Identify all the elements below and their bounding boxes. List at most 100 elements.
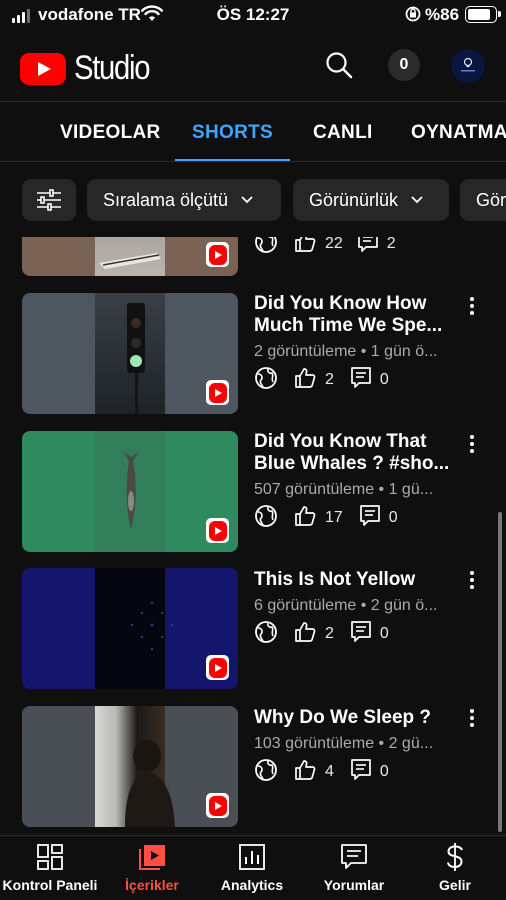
brand-name: Studio: [74, 49, 150, 87]
nav-item-analytics[interactable]: Analytics: [212, 842, 292, 893]
tab-canli[interactable]: CANLI: [313, 122, 373, 144]
globe-icon: [254, 237, 278, 259]
tab-videolar[interactable]: VIDEOLAR: [60, 122, 161, 144]
like-icon[interactable]: [293, 504, 317, 533]
comment-icon[interactable]: [359, 504, 381, 533]
video-meta: 6 görüntüleme • 2 gün ö...: [254, 597, 438, 614]
more-vert-icon: [470, 435, 474, 453]
comment-count: 0: [379, 625, 389, 642]
rotation-lock-icon: [404, 5, 422, 28]
comment-count: 0: [379, 371, 389, 388]
tab-oynatma[interactable]: OYNATMA: [411, 122, 506, 144]
comment-count: 0: [379, 763, 389, 780]
shorts-list: 22 2 Did You Know How Much Time We Spe...…: [0, 237, 506, 835]
youtube-studio-logo[interactable]: Studio: [20, 49, 161, 88]
content-tabs: VIDEOLAR SHORTS CANLI OYNATMA: [0, 103, 506, 162]
video-meta: 103 görüntüleme • 2 gü...: [254, 735, 434, 752]
nav-label: Gelir: [439, 877, 471, 893]
views-dropdown-label: Gör: [476, 189, 506, 210]
video-title[interactable]: Did You Know That Blue Whales ? #sho...: [254, 431, 462, 475]
more-options-button[interactable]: [462, 707, 482, 729]
comments-icon: [341, 844, 367, 869]
video-stats: 17 0: [254, 504, 398, 533]
dollar-icon: [447, 843, 463, 871]
video-stats: 2 0: [254, 620, 389, 649]
visibility-dropdown-label: Görünürlük: [309, 189, 399, 210]
battery-percent: %86: [425, 5, 460, 24]
more-vert-icon: [470, 297, 474, 315]
comment-count: 0: [388, 509, 398, 526]
nav-item-dashboard[interactable]: Kontrol Paneli: [2, 842, 98, 893]
app-header: Studio 0: [0, 30, 506, 102]
comment-count: 2: [386, 237, 396, 252]
nav-label: Analytics: [220, 877, 284, 893]
views-dropdown[interactable]: Gör: [460, 179, 506, 221]
like-count: 2: [325, 371, 334, 388]
channel-avatar[interactable]: [451, 49, 485, 83]
tab-shorts[interactable]: SHORTS: [192, 122, 273, 144]
chevron-down-icon: [411, 196, 423, 204]
comment-icon[interactable]: [350, 758, 372, 787]
video-thumbnail[interactable]: [22, 237, 238, 276]
shorts-badge-icon: [206, 655, 229, 680]
filter-bar: Sıralama ölçütü Görünürlük Gör: [0, 163, 506, 237]
nav-label: Kontrol Paneli: [2, 877, 98, 893]
sort-dropdown[interactable]: Sıralama ölçütü: [87, 179, 281, 221]
youtube-logo-icon: [20, 52, 66, 85]
comment-icon: [357, 237, 379, 259]
nav-item-revenue[interactable]: Gelir: [420, 842, 490, 893]
video-title[interactable]: This Is Not Yellow: [254, 569, 462, 591]
like-icon: [293, 237, 317, 259]
globe-icon: [254, 620, 278, 649]
video-meta: 507 görüntüleme • 1 gü...: [254, 481, 434, 498]
comment-icon[interactable]: [350, 620, 372, 649]
like-count: 2: [325, 625, 334, 642]
filter-settings-button[interactable]: [22, 179, 76, 221]
shorts-badge-icon: [206, 380, 229, 405]
scrollbar[interactable]: [498, 512, 502, 832]
status-bar: vodafone TR ÖS 12:27 %86: [0, 0, 506, 30]
shorts-badge-icon: [206, 242, 229, 267]
shorts-badge-icon: [206, 793, 229, 818]
like-count: 17: [325, 509, 343, 526]
bottom-navigation: Kontrol Paneli İçerikler Analytics Yorum…: [0, 835, 506, 900]
more-options-button[interactable]: [462, 433, 482, 455]
active-tab-indicator: [175, 159, 290, 161]
video-stats: 2 0: [254, 366, 389, 395]
chevron-down-icon: [241, 196, 253, 204]
dashboard-icon: [37, 844, 63, 870]
more-options-button[interactable]: [462, 295, 482, 317]
like-count: 22: [325, 237, 343, 252]
more-vert-icon: [470, 571, 474, 589]
more-vert-icon: [470, 709, 474, 727]
comment-icon[interactable]: [350, 366, 372, 395]
nav-item-comments[interactable]: Yorumlar: [314, 842, 394, 893]
search-button[interactable]: [324, 50, 354, 80]
video-title[interactable]: Did You Know How Much Time We Spe...: [254, 293, 462, 337]
globe-icon: [254, 758, 278, 787]
battery-icon: [465, 6, 501, 23]
like-icon[interactable]: [293, 758, 317, 787]
like-icon[interactable]: [293, 366, 317, 395]
globe-icon: [254, 504, 278, 533]
visibility-dropdown[interactable]: Görünürlük: [293, 179, 449, 221]
video-thumbnail[interactable]: [22, 706, 238, 827]
globe-icon: [254, 366, 278, 395]
video-meta: 2 görüntüleme • 1 gün ö...: [254, 343, 438, 360]
sort-dropdown-label: Sıralama ölçütü: [103, 189, 229, 210]
video-title[interactable]: Why Do We Sleep ?: [254, 707, 462, 729]
shorts-badge-icon: [206, 518, 229, 543]
video-thumbnail[interactable]: [22, 431, 238, 552]
like-count: 4: [325, 763, 334, 780]
nav-label: Yorumlar: [323, 877, 385, 893]
more-options-button[interactable]: [462, 569, 482, 591]
nav-item-content[interactable]: İçerikler: [110, 842, 194, 893]
search-icon: [326, 52, 353, 79]
video-thumbnail[interactable]: [22, 293, 238, 414]
notification-count-button[interactable]: 0: [388, 49, 420, 81]
nav-label: İçerikler: [125, 877, 179, 893]
video-stats: 22 2: [254, 237, 396, 257]
video-thumbnail[interactable]: [22, 568, 238, 689]
content-icon: [139, 845, 165, 870]
like-icon[interactable]: [293, 620, 317, 649]
